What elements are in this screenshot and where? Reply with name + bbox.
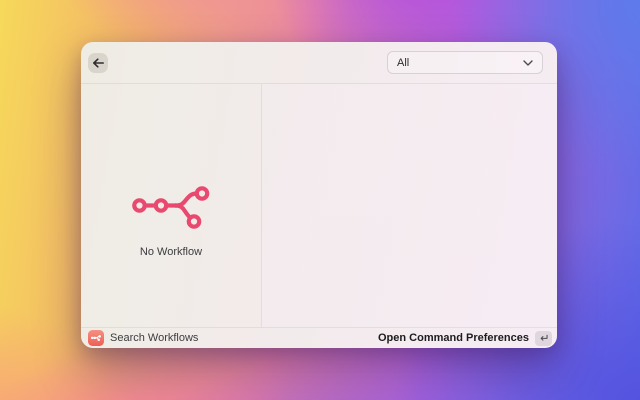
enter-key-badge [535,330,552,346]
footer-bar: Search Workflows Open Command Preference… [81,327,557,348]
back-button[interactable] [88,52,108,73]
footer-command: Search Workflows [88,330,198,346]
footer-command-label: Search Workflows [110,332,199,344]
empty-state-label: No Workflow [139,245,203,258]
workflow-list-panel: No Workflow [81,84,262,327]
filter-dropdown[interactable]: All [387,51,543,74]
footer-action-label[interactable]: Open Command Preferences [378,332,529,344]
workflow-detail-panel [262,84,557,327]
chevron-down-icon [523,59,533,66]
window-header: All [81,42,557,84]
workflow-app-icon [88,330,104,346]
footer-action[interactable]: Open Command Preferences [378,330,552,346]
filter-dropdown-value: All [397,56,410,69]
window-body: No Workflow [81,84,557,327]
workflow-empty-icon [129,184,213,230]
arrow-left-icon [91,57,105,69]
command-window: All No Workflow Search Workflows Open Co… [81,42,557,348]
